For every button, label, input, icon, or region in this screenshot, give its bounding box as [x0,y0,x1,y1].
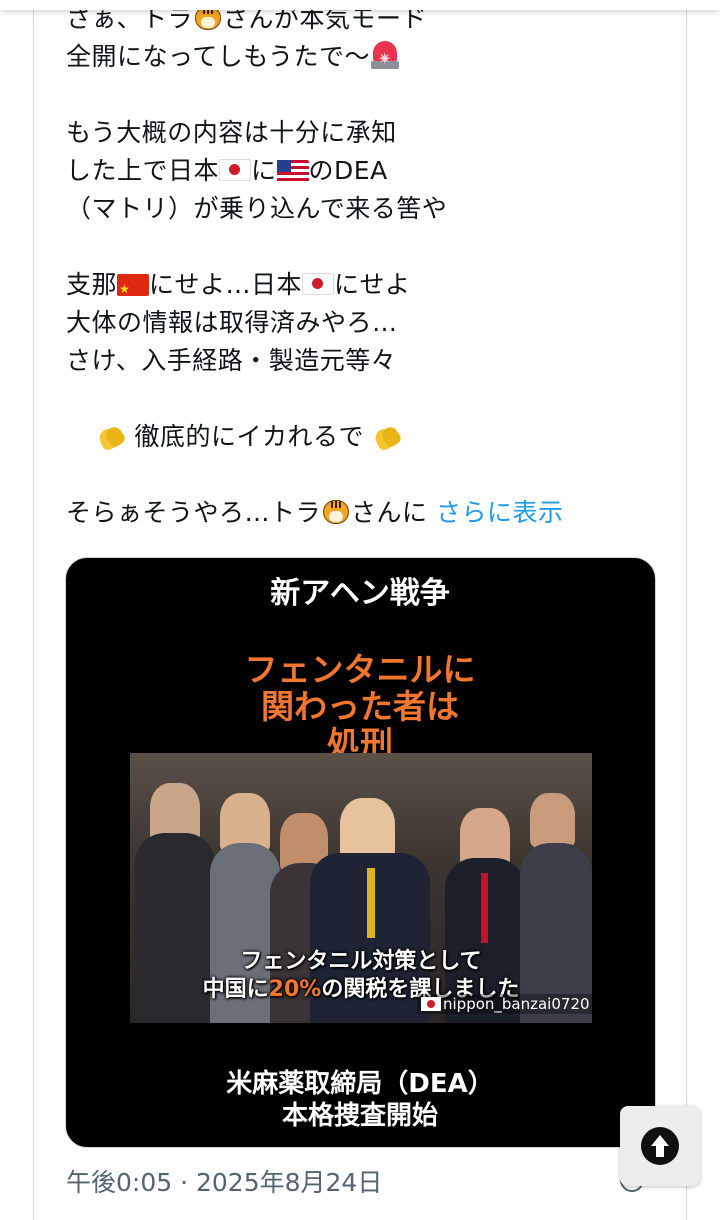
post-line: 全開になってしもうたで〜 ✷ [66,38,666,76]
china-flag-icon [117,270,150,308]
show-more-link[interactable]: さらに表示 [436,498,564,527]
scroll-to-top-icon [641,1127,679,1165]
us-flag-icon [276,160,309,182]
post-line: した上で日本にのDEA [66,156,388,185]
japan-flag-icon [421,997,441,1011]
post-line: 大体の情報は取得済みやろ… [66,308,398,337]
post-line: さけ、入手経路・製造元等々 [66,346,397,375]
japan-flag-icon [219,159,252,181]
post-line: 支那にせよ…日本にせよ [66,266,666,308]
video-headline: 新アヘン戦争 [270,576,450,611]
video-red-text: フェンタニルに 関わった者は 処刑 [244,650,476,763]
post-timestamp[interactable]: 午後0:05 · 2025年8月24日 [66,1163,382,1199]
post-line: そらぁそうやろ…トラ さんに さらに表示 [66,497,564,527]
tiger-face-icon [321,497,351,527]
press-photo: フェンタニル対策として 中国に20%の関税を課しました nippon_banza… [130,753,592,1023]
post-body: さぁ、トラ さんが本気モード 全開になってしもうたで〜 ✷ もう大概の内容は十分に承… [66,0,666,532]
police-light-icon: ✷ [370,39,400,69]
clapping-hands-icon [96,421,128,452]
video-bottom-text: 米麻薬取締局（DEA） 本格捜査開始 [226,1069,494,1131]
scroll-to-top-button[interactable] [620,1106,700,1186]
clapping-hands-icon [372,421,404,452]
video-thumbnail[interactable]: 新アヘン戦争 フェンタニルに 関わった者は 処刑 フェンタニル対策として 中国に… [65,557,656,1148]
japan-flag-icon [302,273,335,295]
watermark-handle: nippon_banzai0720 [417,994,592,1014]
post-line: 徹底的にイカれるで [66,418,666,456]
top-bar-edge [0,0,720,10]
post-line: （マトリ）が乗り込んで来る筈や [66,194,448,223]
post-line: もう大概の内容は十分に承知 [66,118,397,147]
video-frame: 新アヘン戦争 フェンタニルに 関わった者は 処刑 フェンタニル対策として 中国に… [128,558,592,1147]
